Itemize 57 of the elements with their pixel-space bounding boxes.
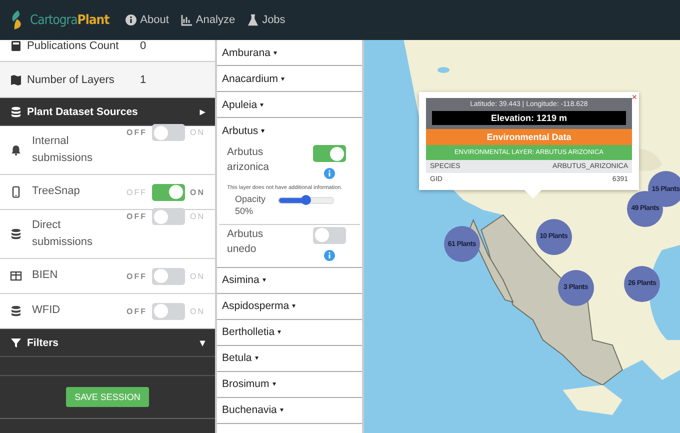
slider-thumb[interactable] [300,194,311,205]
toggle-switch[interactable] [152,302,185,320]
off-label: OFF [126,212,147,221]
off-label: OFF [126,272,147,280]
stat-label: Number of Layers [27,74,114,86]
bell-icon [10,144,22,156]
caret-icon: ▾ [200,336,205,348]
off-label: OFF [126,128,147,137]
source-label: Direct submissions [32,218,94,250]
map-icon [10,74,22,86]
section-banner: Environmental Data [426,129,632,145]
source-label: Internal submissions [32,134,94,166]
opacity-slider[interactable] [278,196,334,204]
nav-link[interactable]: About [125,14,169,26]
source-label: TreeSnap [32,184,81,200]
off-label: OFF [126,188,147,196]
stat-label: Publications Count [27,40,119,52]
filter-icon [10,336,22,348]
brand-name: CartograPlant [30,12,110,28]
stat-value: 0 [140,40,146,52]
chart-icon [180,14,193,26]
toggle-switch[interactable] [313,226,346,244]
flask-icon [247,14,260,26]
phone-icon [10,186,22,198]
opacity-value: 50% [235,205,254,218]
nav-link[interactable]: Analyze [180,14,236,26]
database-icon [10,228,22,240]
nav-link[interactable]: Jobs [247,14,286,26]
toggle-switch[interactable] [152,268,185,284]
table-icon [10,270,22,282]
opacity-label: Opacity [235,192,266,206]
layer-name: Arbutus arizonica [227,145,270,176]
section-title: Filters [27,336,59,348]
database-icon [10,304,22,317]
info-icon[interactable] [324,168,335,179]
toggle-switch[interactable] [152,208,185,225]
section-title: Plant Dataset Sources [27,106,138,118]
on-label: ON [190,188,205,196]
toggle-switch[interactable] [313,145,346,162]
stat-value: 1 [140,74,146,86]
source-label: WFID [32,303,62,318]
caret-icon: ▸ [200,106,205,118]
source-label: BIEN [32,268,59,284]
elevation-label: Elevation: 1219 m [432,111,626,125]
on-label: ON [190,306,205,316]
database-icon [10,106,22,118]
on-label: ON [190,128,205,137]
off-label: OFF [126,306,147,316]
on-label: ON [190,212,205,221]
info-icon [125,14,138,26]
on-label: ON [190,272,205,280]
leaf-logo-icon [10,9,24,31]
toggle-switch[interactable] [152,124,185,141]
close-button[interactable]: × [632,92,637,102]
toggle-switch[interactable] [152,184,185,200]
info-icon[interactable] [324,250,335,261]
layer-name: Arbutus unedo [227,226,264,258]
